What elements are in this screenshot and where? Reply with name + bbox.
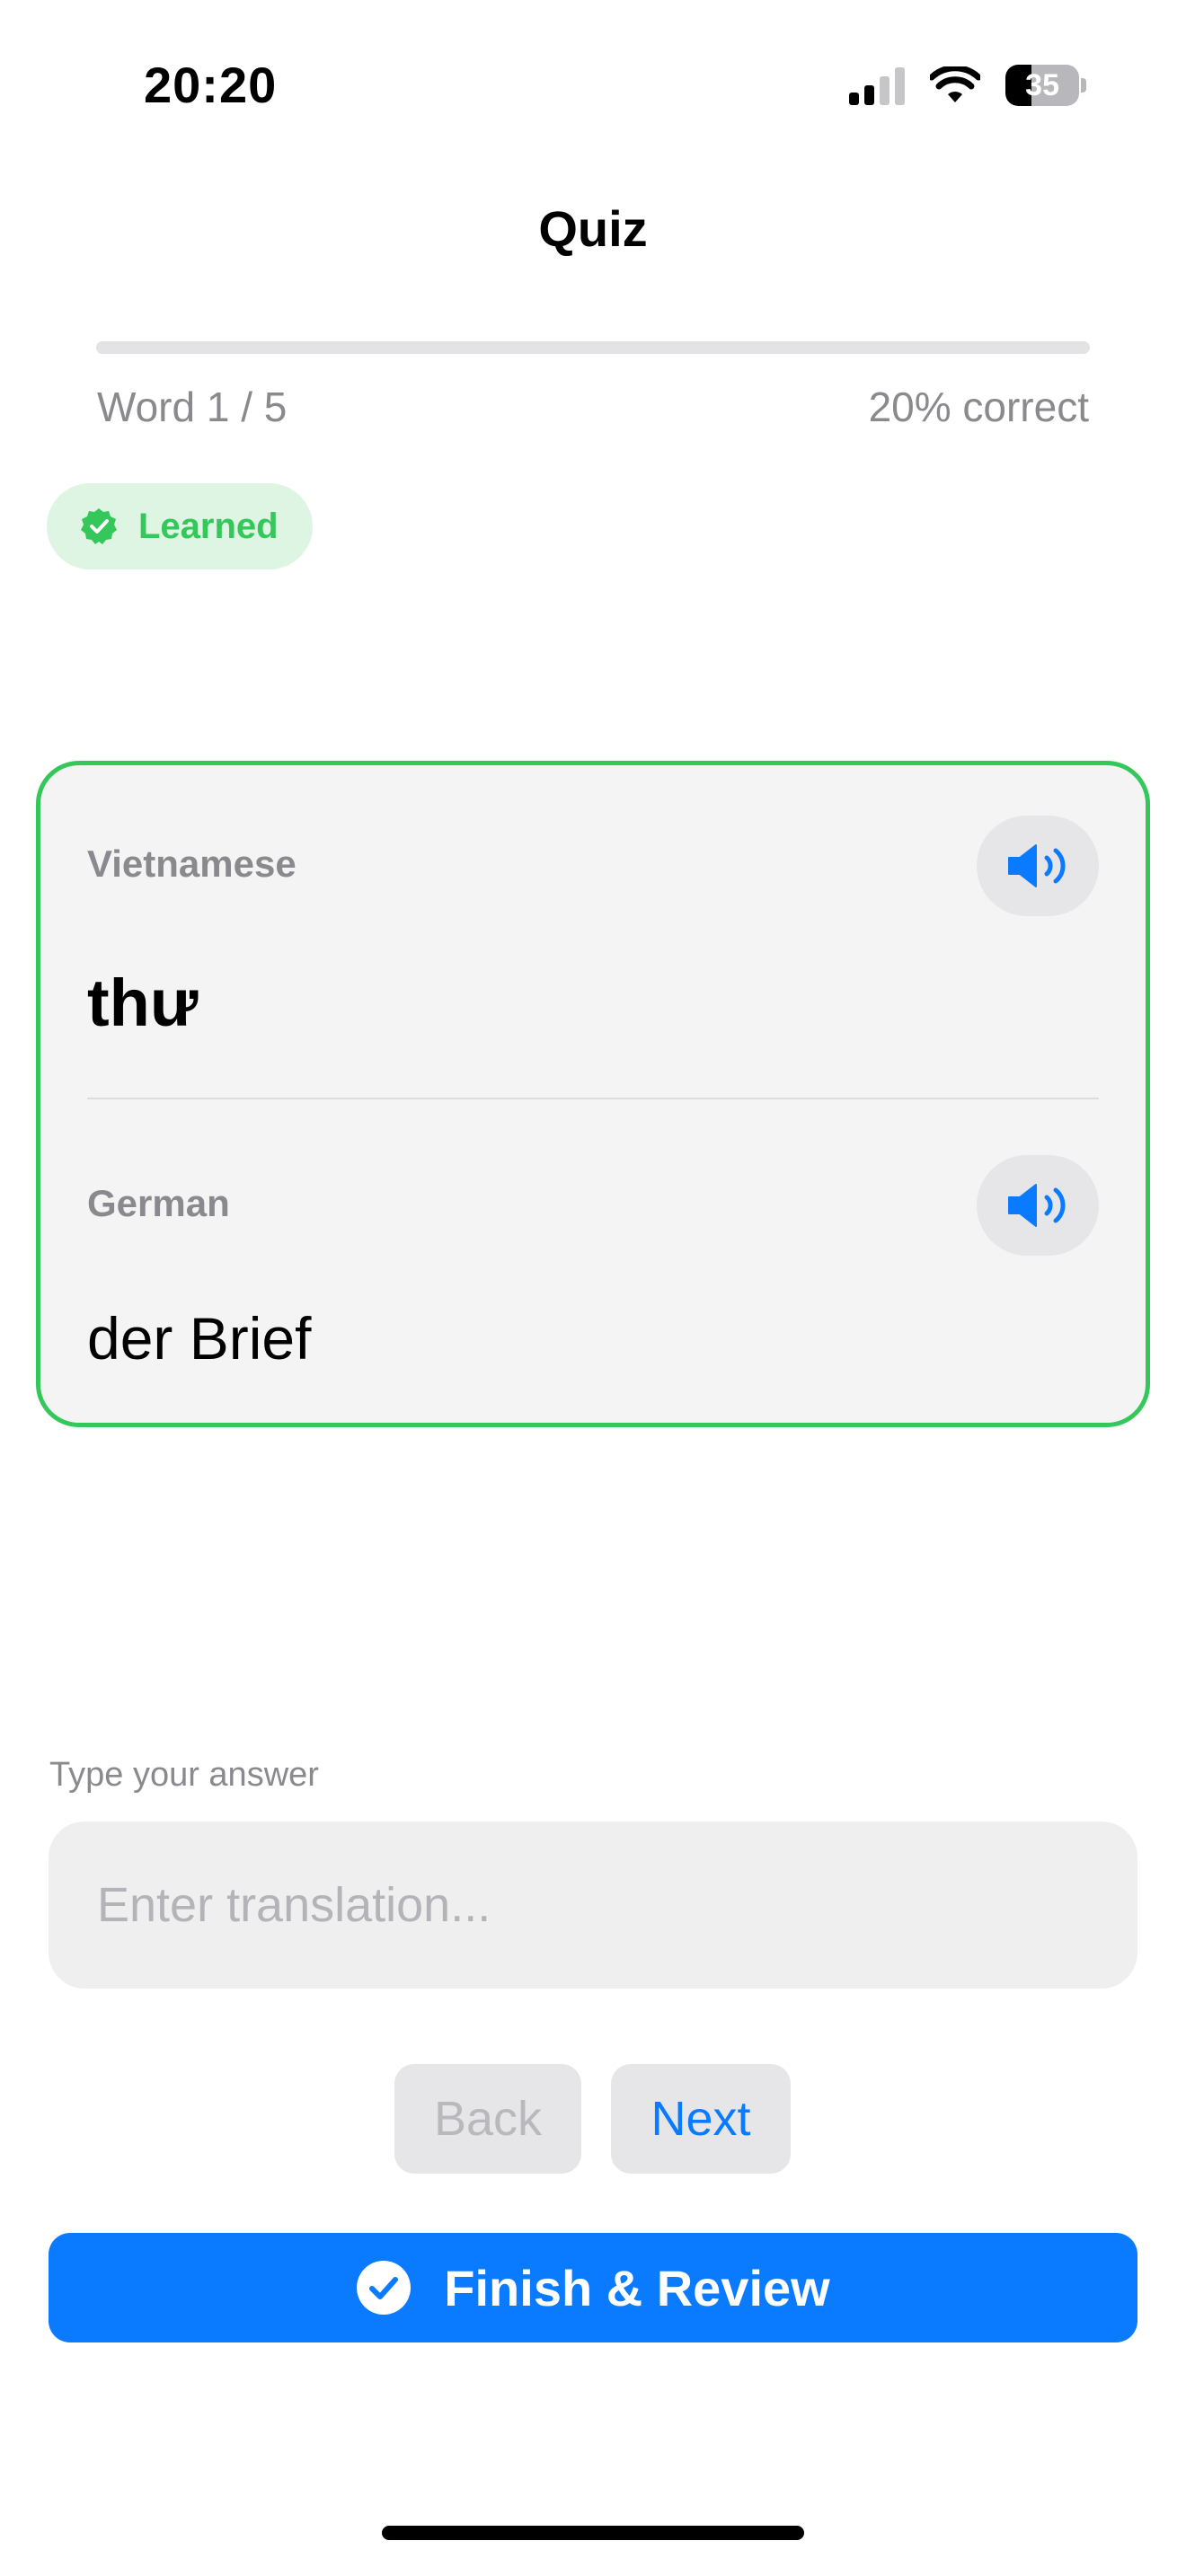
page-title: Quiz <box>538 200 648 257</box>
status-time: 20:20 <box>144 57 278 113</box>
learned-badge[interactable]: Learned <box>47 483 313 569</box>
cellular-signal-icon <box>849 66 905 105</box>
home-indicator[interactable] <box>382 2526 804 2540</box>
speaker-icon <box>1008 1184 1066 1227</box>
source-word: thư <box>87 966 199 1040</box>
checkmark-seal-icon <box>81 508 117 544</box>
battery-icon: 35 <box>1005 65 1086 106</box>
source-speaker-button[interactable] <box>977 816 1099 916</box>
word-counter: Word 1 / 5 <box>97 384 288 430</box>
finish-review-button[interactable]: Finish & Review <box>49 2233 1137 2342</box>
status-icons: 35 <box>849 65 1086 106</box>
target-language-label: German <box>87 1182 230 1224</box>
card-divider <box>87 1098 1099 1099</box>
flashcard: Vietnamese thư German der Brief <box>36 761 1150 1427</box>
answer-input[interactable] <box>49 1822 1137 1989</box>
next-button[interactable]: Next <box>611 2064 791 2174</box>
correct-percentage: 20% correct <box>868 384 1089 430</box>
back-button[interactable]: Back <box>394 2064 581 2174</box>
source-language-label: Vietnamese <box>87 842 296 885</box>
answer-label: Type your answer <box>49 1756 319 1794</box>
wifi-icon <box>930 66 980 102</box>
progress-bar-fill <box>96 341 296 354</box>
learned-badge-label: Learned <box>138 506 279 546</box>
finish-review-label: Finish & Review <box>444 2259 830 2316</box>
progress-bar <box>96 341 1090 354</box>
target-speaker-button[interactable] <box>977 1155 1099 1256</box>
target-word: der Brief <box>87 1305 312 1372</box>
speaker-icon <box>1008 844 1066 887</box>
battery-level: 35 <box>1025 67 1059 102</box>
checkmark-circle-icon <box>357 2261 412 2315</box>
